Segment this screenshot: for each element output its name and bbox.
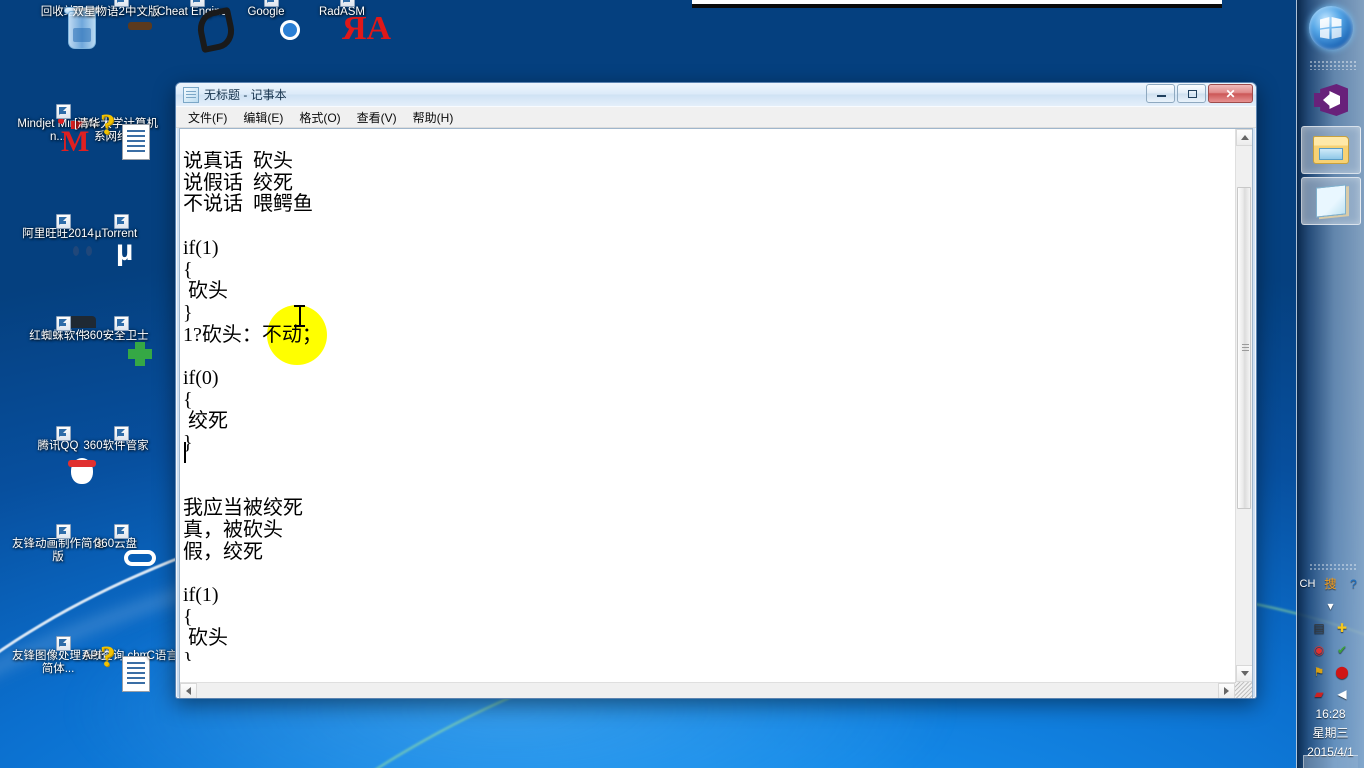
notepad-title-text: 无标题 - 记事本 [204, 88, 287, 102]
visual-studio-icon [1314, 84, 1348, 116]
action-center-icon[interactable]: ⚑ [1311, 664, 1327, 680]
360-shield-icon[interactable]: ✚ [1334, 620, 1350, 636]
shortcut-overlay-icon [264, 0, 279, 7]
tray-row-2: ▾ [1297, 595, 1364, 617]
notepad-text-area[interactable]: 说真话 砍头 说假话 绞死 不说话 喂鳄鱼 if(1) { 砍头 } 1?砍头：… [179, 128, 1253, 698]
tray-row-4: ◉ ✔ [1297, 639, 1364, 661]
ime-indicator[interactable]: CH [1300, 578, 1316, 590]
tray-row-3: ▤ ✚ [1297, 617, 1364, 639]
shortcut-overlay-icon [114, 426, 129, 441]
scroll-right-arrow-icon[interactable] [1218, 683, 1235, 698]
taskbar-divider [1309, 60, 1357, 70]
show-hidden-icons-arrow[interactable]: ▾ [1323, 598, 1339, 614]
vertical-scrollbar[interactable] [1235, 129, 1252, 682]
shortcut-overlay-icon [56, 426, 71, 441]
scroll-up-arrow-icon[interactable] [1236, 129, 1252, 146]
shortcut-overlay-icon [56, 214, 71, 229]
network-icon[interactable]: ▰ [1311, 686, 1327, 702]
background-window-strip[interactable] [692, 0, 1222, 8]
clock-weekday: 星期三 [1312, 726, 1349, 740]
taskbar-button-visual-studio[interactable] [1301, 76, 1361, 124]
notepad-document-icon [183, 86, 199, 103]
tray-row-5: ⚑ ⬤ [1297, 661, 1364, 683]
window-controls: ✕ [1146, 84, 1253, 103]
desktop-icon-5[interactable]: ЯARadASM [296, 0, 391, 47]
scroll-down-arrow-icon[interactable] [1236, 665, 1252, 682]
shortcut-overlay-icon [114, 524, 129, 539]
taskbar-button-windows-explorer[interactable] [1301, 126, 1361, 174]
minimize-button[interactable] [1146, 84, 1175, 103]
close-button[interactable]: ✕ [1208, 84, 1253, 103]
menu-item-5[interactable]: 帮助(H) [405, 107, 462, 128]
horizontal-scrollbar[interactable] [180, 682, 1235, 698]
windows-start-orb[interactable] [1308, 6, 1353, 50]
resize-grip[interactable] [1235, 682, 1252, 698]
taskbar: CH 捜? ▾ ▤ ✚ ◉ ✔ ⚑ ⬤ ▰ ◀ 16:28 星期三 2015/4/1 [1296, 0, 1364, 768]
show-desktop-button[interactable] [1303, 755, 1358, 768]
taskbar-button-notepad[interactable] [1301, 177, 1361, 225]
stop-icon[interactable]: ⬤ [1334, 664, 1350, 680]
tray-icon-rows: CH 捜? ▾ ▤ ✚ ◉ ✔ ⚑ ⬤ ▰ ◀ [1297, 573, 1364, 705]
shortcut-overlay-icon [114, 316, 129, 331]
clock-time: 16:28 [1315, 707, 1346, 721]
shortcut-overlay-icon [56, 636, 71, 651]
notepad-title-bar[interactable]: 无标题 - 记事本 ✕ [176, 83, 1256, 107]
text-caret [184, 442, 186, 463]
notepad-text-content: 说真话 砍头 说假话 绞死 不说话 喂鳄鱼 if(1) { 砍头 } 1?砍头：… [183, 151, 322, 661]
notepad-window[interactable]: 无标题 - 记事本 ✕ 文件(F) 编辑(E) 格式(O) 查看(V) 帮助(H) 说真… [175, 82, 1257, 699]
media-icon[interactable]: ▤ [1311, 620, 1327, 636]
shortcut-overlay-icon [114, 0, 129, 7]
notepad-menu-bar: 文件(F) 编辑(E) 格式(O) 查看(V) 帮助(H) [176, 107, 1256, 128]
menu-item-3[interactable]: 格式(O) [291, 107, 348, 128]
help-icon[interactable]: ? [1345, 576, 1361, 592]
close-icon: ✕ [1225, 86, 1236, 101]
menu-item-4[interactable]: 查看(V) [349, 107, 405, 128]
notepad-icon [1316, 184, 1346, 218]
folder-icon [1313, 136, 1349, 164]
vertical-scrollbar-thumb[interactable] [1237, 187, 1251, 509]
tray-row-6: ▰ ◀ [1297, 683, 1364, 705]
tray-divider [1309, 563, 1357, 571]
i-beam-cursor [294, 305, 305, 327]
shortcut-overlay-icon [340, 0, 355, 7]
scroll-left-arrow-icon[interactable] [180, 683, 197, 698]
shortcut-overlay-icon [56, 524, 71, 539]
shortcut-overlay-icon [114, 214, 129, 229]
recorder-icon[interactable]: ◉ [1311, 642, 1327, 658]
volume-icon[interactable]: ◀ [1334, 686, 1350, 702]
system-tray: CH 捜? ▾ ▤ ✚ ◉ ✔ ⚑ ⬤ ▰ ◀ 16:28 星期三 2015/4/1 [1297, 563, 1364, 768]
menu-item-1[interactable]: 文件(F) [180, 107, 235, 128]
shortcut-overlay-icon [56, 104, 71, 119]
ime-tool-icon[interactable]: 捜 [1322, 576, 1338, 592]
maximize-button[interactable] [1177, 84, 1206, 103]
desktop-screen: 回收站双星物语2中文版Cheat EngineGoogleЯARadASMMMi… [0, 0, 1364, 768]
shortcut-overlay-icon [190, 0, 205, 7]
tray-row-1: CH 捜? [1297, 573, 1364, 595]
menu-item-2[interactable]: 编辑(E) [235, 107, 291, 128]
shortcut-overlay-icon [56, 316, 71, 331]
usb-safe-remove-icon[interactable]: ✔ [1334, 642, 1350, 658]
